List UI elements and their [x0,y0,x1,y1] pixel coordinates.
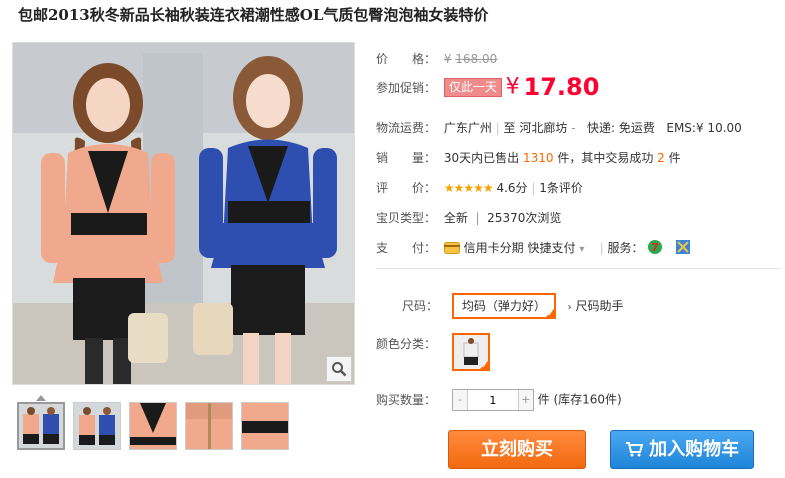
original-price: 168.00 [455,52,498,66]
rating-score: 4.6分 [496,181,528,195]
size-label: 尺码： [402,299,439,313]
promo-label: 参加促销： [376,80,437,95]
sales-suffix: 件 [668,151,681,165]
chevron-down-icon[interactable]: - [571,121,575,135]
price-row: 价 格： ¥ 168.00 [376,50,497,67]
svg-text:7: 7 [652,241,660,254]
chevron-right-icon: › [567,302,572,313]
add-to-cart-button[interactable]: 加入购物车 [610,430,754,469]
rating-reviews[interactable]: 1条评价 [539,181,583,195]
condition-row: 宝贝类型： 全新 | 25370次浏览 [376,211,562,225]
main-product-image[interactable] [12,42,355,385]
color-row: 颜色分类： ✓ [376,333,490,374]
size-row: 尺码： 均码（弹力好） ✓ › 尺码助手 [402,293,624,319]
original-price-yen: ¥ [443,52,452,66]
guarantee-icon[interactable] [675,239,691,255]
checkmark-icon: ✓ [547,309,554,318]
ems-value: ¥ 10.00 [695,121,742,135]
shipping-label: 物流运费： [376,121,437,135]
checkmark-icon: ✓ [481,361,488,370]
payment-label: 支 付： [376,241,437,255]
size-option-selected[interactable]: 均码（弹力好） ✓ [451,293,556,319]
quantity-input[interactable] [466,390,519,410]
buy-now-button[interactable]: 立刻购买 [448,430,586,469]
thumbnail-2[interactable] [73,402,121,450]
magnifier-icon [332,362,347,377]
shipping-to[interactable]: 河北廊坊 [519,121,567,135]
thumb-image [242,403,288,449]
quantity-label: 购买数量： [376,392,437,407]
thumbnail-4[interactable] [185,402,233,450]
product-title: 包邮2013秋冬新品长袖秋装连衣裙潮性感OL气质包臀泡泡袖女装特价 [18,6,489,24]
promo-yen: ¥ [505,74,520,100]
thumbnail-5[interactable] [241,402,289,450]
sales-count: 1310 [522,151,554,165]
express-label: 快递: [587,121,616,135]
promo-tag: 仅此一天 [443,77,502,97]
thumb-indicator [36,395,46,401]
shipping-to-word: 至 [503,121,516,135]
size-option-label: 均码（弹力好） [461,299,546,313]
seven-day-return-icon[interactable]: 7 [647,239,663,255]
express-value: 免运费 [618,121,655,135]
thumb-image [130,403,176,449]
size-helper-link[interactable]: 尺码助手 [576,299,624,313]
star-rating-icon: ★★★★★ [443,181,494,195]
quantity-plus-button[interactable]: + [518,390,533,410]
view-count: 25370次浏览 [487,211,562,225]
quantity-stepper[interactable]: - + [451,389,534,411]
stock-text: 件 (库存160件) [537,392,622,407]
sales-success: 2 [657,151,665,165]
color-option-selected[interactable]: ✓ [451,333,490,371]
sales-prefix: 30天内已售出 [443,151,520,165]
condition-value: 全新 [443,211,468,225]
sales-row: 销 量： 30天内已售出 1310 件，其中交易成功 2 件 [376,149,681,166]
quick-pay[interactable]: 快捷支付 [528,241,576,255]
sales-mid: 件，其中交易成功 [557,151,654,165]
promo-row: 参加促销： 仅此一天 ¥ 17.80 [376,73,599,101]
divider [376,268,781,269]
sales-label: 销 量： [376,151,437,165]
color-label: 颜色分类： [376,337,437,351]
add-to-cart-label: 加入购物车 [649,439,740,460]
quantity-minus-button[interactable]: - [452,390,467,410]
credit-card-icon [443,242,460,254]
price-label: 价 格： [376,52,437,66]
condition-label: 宝贝类型： [376,211,437,225]
product-photo [13,43,354,384]
credit-installment[interactable]: 信用卡分期 [464,241,524,255]
promo-price: 17.80 [523,73,600,101]
shipping-from: 广东广州 [443,121,492,135]
ems-label: EMS: [666,121,696,135]
thumbnail-1[interactable] [17,402,65,450]
cart-icon [625,442,644,457]
shipping-row: 物流运费： 广东广州 | 至 河北廊坊 - 快递: 免运费 EMS:¥ 10.0… [376,121,742,135]
thumb-image [19,404,63,448]
rating-row: 评 价： ★★★★★ 4.6分 | 1条评价 [376,181,583,195]
thumb-image [74,403,120,449]
rating-label: 评 价： [376,181,437,195]
payment-row: 支 付： 信用卡分期 快捷支付 ▾ | 服务： 7 [376,239,691,256]
quantity-row: 购买数量： - + 件 (库存160件) [376,389,622,411]
service-label: 服务： [607,241,644,255]
thumbnail-3[interactable] [129,402,177,450]
chevron-down-icon[interactable]: ▾ [579,244,584,255]
zoom-button[interactable] [326,356,352,382]
thumb-image [186,403,232,449]
